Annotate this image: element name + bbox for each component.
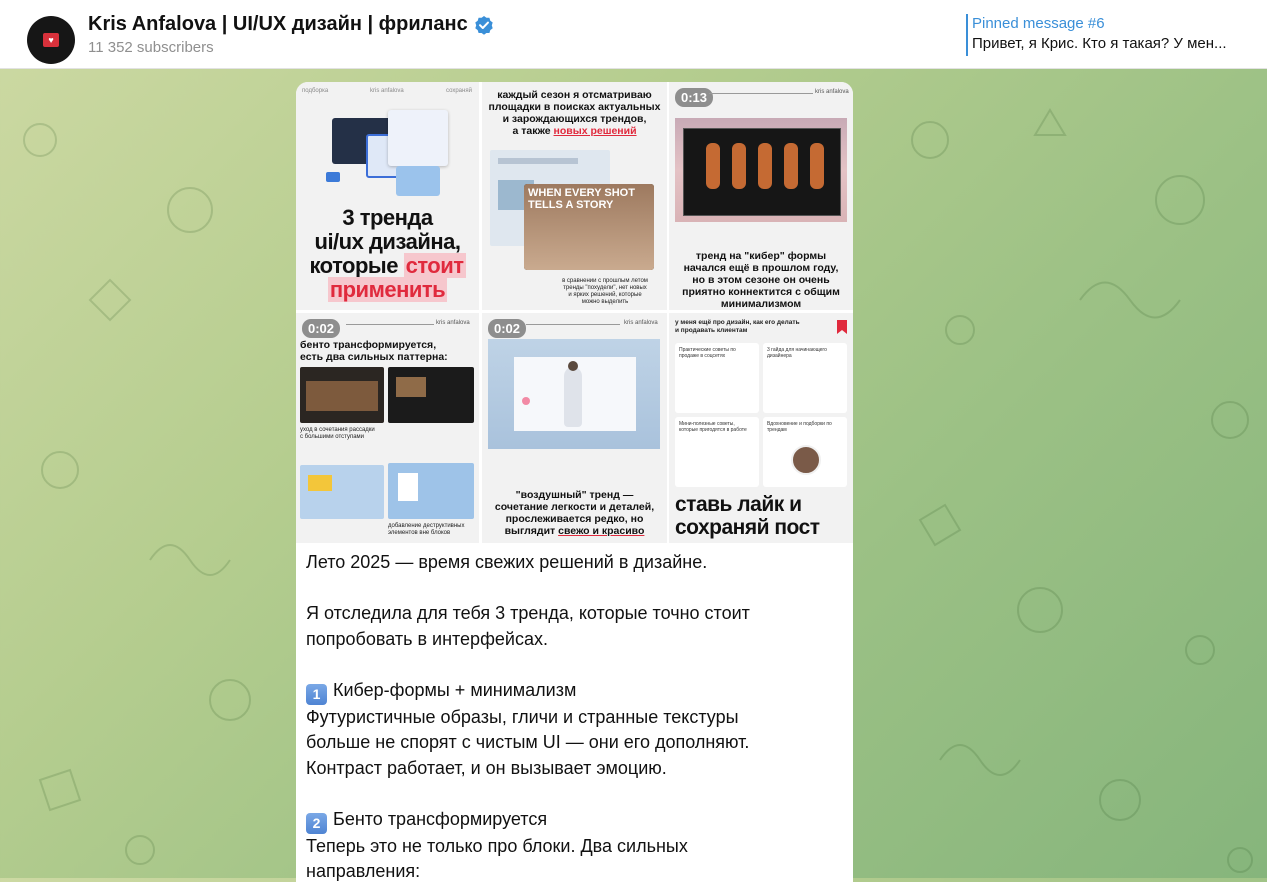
card-4: Вдохновение и подборки по трендам: [763, 417, 847, 487]
post-paragraph-line: попробовать в интерфейсах.: [306, 628, 548, 649]
channel-title[interactable]: Kris Anfalova | UI/UX дизайн | фриланс: [88, 13, 468, 36]
tile-caption: "воздушный" тренд — сочетание легкости и…: [494, 489, 655, 537]
keycap-1-icon: 1: [306, 683, 327, 705]
album-video-1[interactable]: 0:13 kris anfalova тренд на "кибер" форм…: [669, 82, 853, 310]
card-2: 3 гайда для начинающего дизайнера: [763, 343, 847, 413]
screen-mockup-dark-2: [388, 367, 474, 423]
tile-tag-right: сохраняй: [446, 88, 472, 94]
media-album: подборка kris anfalova сохраняй 3 тренда…: [296, 82, 853, 543]
tile-intro: у меня ещё про дизайн, как его делать и …: [675, 319, 800, 334]
pinned-message-bar[interactable]: Pinned message #6 Привет, я Крис. Кто я …: [966, 14, 1258, 56]
channel-avatar[interactable]: ♥: [27, 16, 75, 64]
heart-icon: ♥: [43, 33, 59, 47]
author-photo: [791, 445, 821, 475]
tile-author: kris anfalova: [436, 320, 470, 326]
video-duration: 0:13: [675, 88, 714, 107]
pinned-message-title: Pinned message #6: [972, 15, 1105, 32]
pinned-message-preview: Привет, я Крис. Кто я такая? У мен...: [972, 35, 1227, 52]
post-paragraph-line: Футуристичные образы, гличи и странные т…: [306, 706, 739, 727]
post-paragraph-line: больше не спорят с чистым UI — они его д…: [306, 732, 750, 752]
tile-author: kris anfalova: [815, 89, 849, 95]
video-duration: 0:02: [488, 319, 527, 338]
verified-badge-icon: [475, 15, 493, 35]
post-paragraph-line: Я отследила для тебя 3 тренда, которые т…: [306, 603, 750, 623]
tile-tag-left: подборка: [302, 88, 329, 94]
post-intro: Лето 2025 — время свежих решений в дизай…: [306, 552, 708, 572]
tile-caption: в сравнении с прошлым летом тренды "поху…: [562, 278, 648, 305]
tile-caption: тренд на "кибер" формы начался ещё в про…: [682, 250, 840, 310]
section-2-heading: 2 Бенто трансформируется: [306, 807, 826, 834]
card-1: Практические советы по продаже в соцсетя…: [675, 343, 759, 413]
album-video-2[interactable]: 0:02 kris anfalova бенто трансформируетс…: [296, 313, 479, 543]
keycap-2-icon: 2: [306, 812, 327, 834]
channel-post: подборка kris anfalova сохраняй 3 тренда…: [296, 82, 853, 882]
tile-author: kris anfalova: [624, 320, 658, 326]
video-frame: [488, 339, 660, 449]
subscriber-count: 11 352 subscribers: [88, 39, 214, 56]
tile-caption-2: добавление деструктивных элементов вне б…: [388, 523, 465, 536]
album-image-2[interactable]: каждый сезон я отсматриваю площадки в по…: [482, 82, 667, 310]
tile-caption-1: уход в сочетания рассадки с большими отс…: [300, 427, 375, 440]
channel-title-row[interactable]: Kris Anfalova | UI/UX дизайн | фриланс: [88, 13, 494, 36]
post-paragraph-line: направления:: [306, 861, 421, 881]
post-paragraph-line: Теперь это не только про блоки. Два силь…: [306, 835, 688, 856]
video-duration: 0:02: [302, 319, 341, 338]
tile-headline: бенто трансформируется, есть два сильных…: [300, 339, 448, 363]
screen-mockup-dark-1: [300, 367, 384, 423]
card-3: Мини-полезные советы, которые пригодятся…: [675, 417, 759, 487]
album-video-3[interactable]: 0:02 kris anfalova "воздушный" тренд — с…: [482, 313, 667, 543]
screen-mockup-light-1: [300, 465, 384, 519]
mockup-screens: [326, 110, 448, 196]
tile-headline: 3 тренда ui/ux дизайна, которые стоит пр…: [309, 205, 466, 302]
screen-mockup-light-2: [388, 463, 474, 519]
bookmark-icon: [837, 320, 847, 334]
screen-mockup-front: WHEN EVERY SHOT TELLS A STORY: [524, 184, 654, 270]
tile-author: kris anfalova: [370, 88, 404, 94]
album-image-1[interactable]: подборка kris anfalova сохраняй 3 тренда…: [296, 82, 479, 310]
tile-headline: каждый сезон я отсматриваю площадки в по…: [488, 89, 661, 137]
video-frame: [675, 118, 847, 222]
chat-header: ♥ Kris Anfalova | UI/UX дизайн | фриланс…: [0, 0, 1267, 69]
post-text: Лето 2025 — время свежих решений в дизай…: [306, 550, 826, 882]
post-paragraph-line: Контраст работает, и он вызывает эмоцию.: [306, 757, 667, 778]
album-image-3[interactable]: у меня ещё про дизайн, как его делать и …: [669, 313, 853, 543]
tile-cta: ставь лайк и сохраняй пост: [675, 493, 820, 539]
section-1-heading: 1 Кибер-формы + минимализм: [306, 678, 826, 705]
